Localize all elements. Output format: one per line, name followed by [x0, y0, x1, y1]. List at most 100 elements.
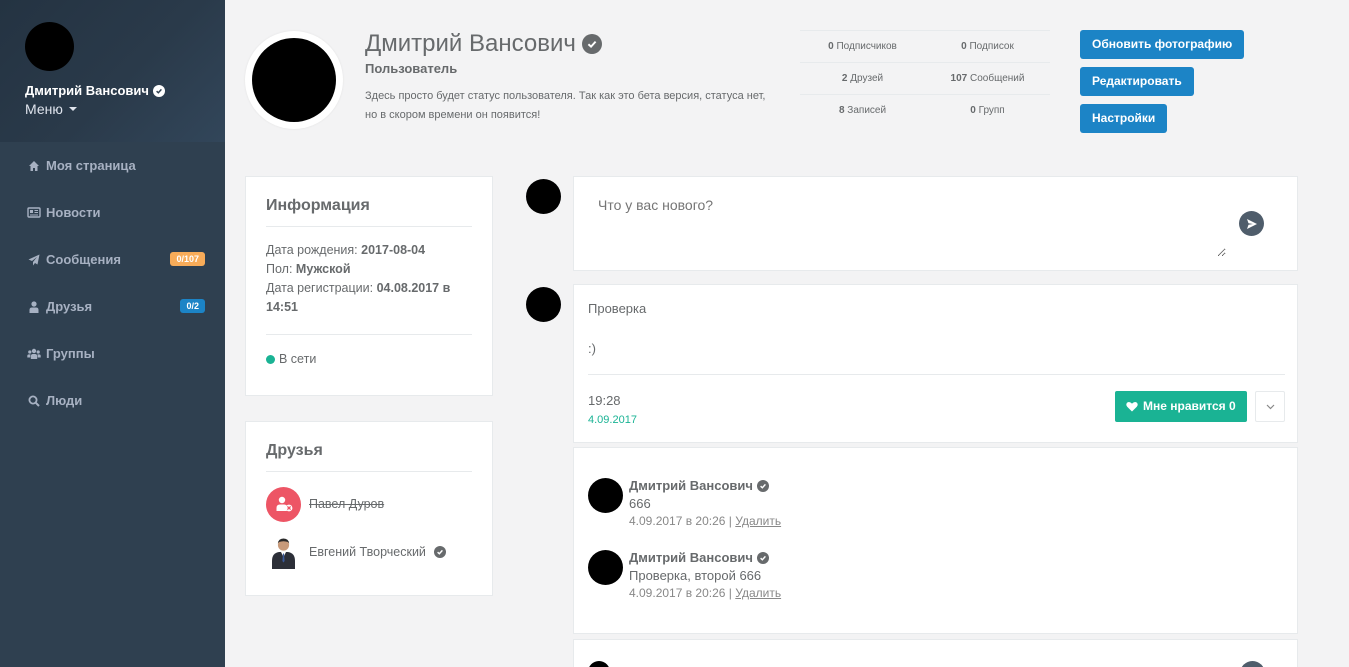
friends-panel: Друзья Павел Дуров Евгений Творческий — [245, 421, 493, 596]
caret-down-icon — [68, 107, 77, 111]
profile-role: Пользователь — [365, 61, 458, 76]
user-icon — [27, 300, 41, 314]
profile-avatar-frame — [245, 31, 343, 129]
friend-item[interactable]: Евгений Творческий — [266, 528, 472, 576]
post-title: Проверка — [588, 301, 647, 316]
online-dot-icon — [266, 354, 275, 364]
sidebar-item-label: Сообщения — [46, 252, 121, 267]
sidebar-item-label: Группы — [46, 346, 95, 361]
info-panel: Информация Дата рождения: 2017-08-04 Пол… — [245, 176, 493, 396]
sidebar-menu-toggle[interactable]: Меню — [25, 101, 200, 117]
verified-icon — [756, 551, 769, 564]
delete-comment-link[interactable]: Удалить — [735, 514, 781, 528]
verified-icon — [581, 34, 602, 54]
search-icon — [27, 394, 41, 408]
sidebar-user-name: Дмитрий Вансович — [25, 83, 200, 98]
profile-avatar[interactable] — [252, 38, 336, 122]
post-options-button[interactable] — [1255, 391, 1285, 422]
comment-item: Дмитрий Вансович 666 4.09.2017 в 20:26 |… — [588, 478, 781, 528]
like-label: Мне нравится 0 — [1143, 399, 1236, 413]
deleted-user-icon — [266, 486, 301, 522]
sidebar-item-label: Люди — [46, 393, 83, 408]
send-icon — [1246, 218, 1257, 229]
post-date: 4.09.2017 — [588, 414, 637, 426]
comment-meta: 4.09.2017 в 20:26 | Удалить — [629, 586, 782, 600]
online-label: В сети — [279, 352, 317, 366]
settings-button[interactable]: Настройки — [1080, 104, 1168, 133]
profile-status: Здесь просто будет статус пользователя. … — [365, 90, 766, 121]
comment-author-name: Дмитрий Вансович — [629, 478, 753, 493]
post-time: 19:28 — [588, 393, 621, 408]
friends-badge: 0/2 — [180, 299, 205, 313]
friends-title: Друзья — [266, 442, 472, 472]
sidebar-menu-label: Меню — [25, 101, 63, 117]
comment-avatar[interactable] — [588, 478, 623, 513]
comment-author[interactable]: Дмитрий Вансович — [629, 478, 781, 493]
stat-following[interactable]: 0 Подписок — [925, 41, 1050, 52]
sidebar-item-news[interactable]: Новости — [0, 189, 225, 236]
sidebar-user-name-text: Дмитрий Вансович — [25, 83, 149, 98]
stats-row: 8 Записей 0 Групп — [800, 94, 1050, 126]
comment-meta: 4.09.2017 в 20:26 | Удалить — [629, 514, 782, 528]
post-author-avatar[interactable] — [526, 287, 561, 322]
newspaper-icon — [27, 206, 41, 220]
composer-input[interactable] — [598, 197, 1226, 257]
send-button[interactable] — [1239, 211, 1264, 236]
profile-name: Дмитрий Вансович — [365, 30, 602, 58]
sidebar-nav: Моя страница Новости Сообщения 0/107 Дру… — [0, 142, 225, 424]
stat-followers[interactable]: 0 Подписчиков — [800, 41, 925, 52]
comment-composer-partial — [573, 639, 1298, 667]
sidebar-item-friends[interactable]: Друзья 0/2 — [0, 283, 225, 330]
friend-item[interactable]: Павел Дуров — [266, 480, 472, 528]
info-registration: Дата регистрации: 04.08.2017 в 14:51 — [266, 281, 451, 314]
sidebar-avatar[interactable] — [25, 22, 74, 71]
sidebar: Дмитрий Вансович Меню Моя страница Новос… — [0, 0, 225, 667]
sidebar-item-label: Друзья — [46, 299, 93, 314]
comment-composer-avatar — [588, 661, 610, 667]
stat-groups[interactable]: 0 Групп — [925, 105, 1050, 116]
comment-author-name: Дмитрий Вансович — [629, 550, 753, 565]
post-body: :) — [588, 341, 596, 356]
comment-item: Дмитрий Вансович Проверка, второй 666 4.… — [588, 550, 781, 600]
post-composer — [573, 176, 1298, 271]
friend-avatar — [266, 535, 301, 570]
sidebar-item-people[interactable]: Люди — [0, 377, 225, 424]
like-button[interactable]: Мне нравится 0 — [1115, 391, 1247, 422]
sidebar-item-my-page[interactable]: Моя страница — [0, 142, 225, 189]
sidebar-item-label: Моя страница — [46, 158, 136, 173]
info-birth: Дата рождения: 2017-08-04 — [266, 243, 426, 257]
profile-stats: 0 Подписчиков 0 Подписок 2 Друзей 107 Со… — [800, 30, 1050, 126]
info-title: Информация — [266, 197, 472, 227]
sidebar-item-messages[interactable]: Сообщения 0/107 — [0, 236, 225, 283]
sidebar-item-label: Новости — [46, 205, 101, 220]
stats-row: 0 Подписчиков 0 Подписок — [800, 30, 1050, 62]
paper-plane-icon — [27, 253, 41, 267]
profile-name-text: Дмитрий Вансович — [365, 30, 576, 57]
heart-icon — [1126, 401, 1138, 412]
sidebar-header: Дмитрий Вансович Меню — [0, 0, 225, 142]
friend-name[interactable]: Евгений Творческий — [309, 545, 426, 559]
sidebar-item-groups[interactable]: Группы — [0, 330, 225, 377]
stat-posts[interactable]: 8 Записей — [800, 105, 925, 116]
post-divider — [588, 374, 1285, 375]
comment-text: Проверка, второй 666 — [629, 568, 762, 583]
comment-author[interactable]: Дмитрий Вансович — [629, 550, 781, 565]
edit-profile-button[interactable]: Редактировать — [1080, 67, 1194, 96]
stats-row: 2 Друзей 107 Сообщений — [800, 62, 1050, 94]
comment-avatar[interactable] — [588, 550, 623, 585]
update-photo-button[interactable]: Обновить фотографию — [1080, 30, 1245, 59]
send-icon[interactable] — [1240, 661, 1265, 667]
stat-friends[interactable]: 2 Друзей — [800, 73, 925, 84]
info-gender: Пол: Мужской — [266, 262, 351, 276]
verified-icon — [152, 84, 165, 97]
friend-name[interactable]: Павел Дуров — [309, 497, 384, 511]
verified-icon — [756, 479, 769, 492]
stat-messages[interactable]: 107 Сообщений — [925, 73, 1050, 84]
comment-text: 666 — [629, 496, 651, 511]
online-status: В сети — [266, 334, 472, 366]
composer-avatar — [526, 179, 561, 214]
delete-comment-link[interactable]: Удалить — [735, 586, 781, 600]
home-icon — [27, 159, 41, 173]
verified-icon — [433, 546, 446, 558]
messages-badge: 0/107 — [170, 252, 205, 266]
